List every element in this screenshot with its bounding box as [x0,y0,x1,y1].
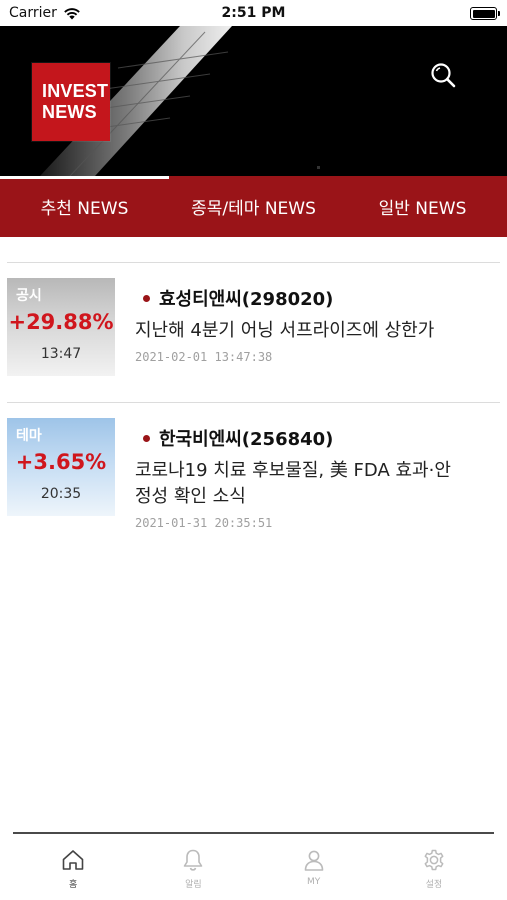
news-category-tabs: 추천 NEWS 종목/테마 NEWS 일반 NEWS [0,176,507,237]
status-bar: Carrier 2:51 PM [0,0,507,26]
company-name: 효성티앤씨(298020) [159,289,334,310]
tabbar-label: 설정 [425,880,443,890]
logo-line-2: NEWS [42,102,97,122]
tabbar-item-settings[interactable]: 설정 [374,834,494,900]
news-list-item[interactable]: 공시 +29.88% 13:47 효성티앤씨(298020) 지난해 4분기 어… [7,262,500,402]
tab-stock-theme-news[interactable]: 종목/테마 NEWS [169,176,338,237]
tabbar-item-my[interactable]: MY [254,834,374,900]
tabbar-label: MY [306,877,321,887]
person-icon [304,850,323,871]
header-banner: INVEST NEWS [0,26,507,176]
badge-type: 공시 [16,288,42,304]
company-name-row: 효성티앤씨(298020) [135,285,495,311]
logo-line-1: INVEST [42,81,109,101]
price-change: +29.88% [8,310,114,334]
tab-label: 일반 NEWS [378,199,467,219]
news-list: 공시 +29.88% 13:47 효성티앤씨(298020) 지난해 4분기 어… [7,262,500,542]
bullet-dot-icon [143,294,150,302]
news-badge: 공시 +29.88% 13:47 [7,278,115,376]
bullet-dot-icon [143,434,150,442]
news-list-item[interactable]: 테마 +3.65% 20:35 한국비엔씨(256840) 코로나19 치료 후… [7,402,500,542]
news-datetime: 2021-01-31 20:35:51 [135,516,273,530]
price-change: +3.65% [15,450,107,474]
gear-icon [424,849,444,871]
news-datetime: 2021-02-01 13:47:38 [135,350,273,364]
tabbar-label: 홈 [68,880,78,890]
tabbar-item-notifications[interactable]: 알림 [133,834,253,900]
battery-icon [470,7,500,20]
badge-time: 13:47 [40,346,82,362]
bottom-tab-bar: 홈 알림 MY 설정 [13,832,494,900]
company-name-row: 한국비엔씨(256840) [135,425,495,451]
news-content: 효성티앤씨(298020) 지난해 4분기 어닝 서프라이즈에 상한가 2021… [135,285,495,364]
home-icon [62,850,84,870]
bell-icon [184,849,203,871]
search-icon[interactable] [428,60,458,90]
tabbar-item-home[interactable]: 홈 [13,834,133,900]
tab-general-news[interactable]: 일반 NEWS [338,176,507,237]
badge-time: 20:35 [40,486,82,502]
news-headline: 지난해 4분기 어닝 서프라이즈에 상한가 [135,320,435,341]
tab-label: 추천 NEWS [40,199,129,219]
badge-type: 테마 [16,428,42,444]
news-badge: 테마 +3.65% 20:35 [7,418,115,516]
news-content: 한국비엔씨(256840) 코로나19 치료 후보물질, 美 FDA 효과·안정… [135,425,495,530]
tab-recommended-news[interactable]: 추천 NEWS [0,176,169,237]
battery-level [472,9,495,18]
news-headline: 코로나19 치료 후보물질, 美 FDA 효과·안정성 확인 소식 [135,460,451,507]
status-time: 2:51 PM [221,5,286,21]
tab-label: 종목/테마 NEWS [191,199,316,219]
company-name: 한국비엔씨(256840) [159,429,334,450]
invest-news-logo: INVEST NEWS [32,63,110,141]
tabbar-label: 알림 [185,880,202,890]
